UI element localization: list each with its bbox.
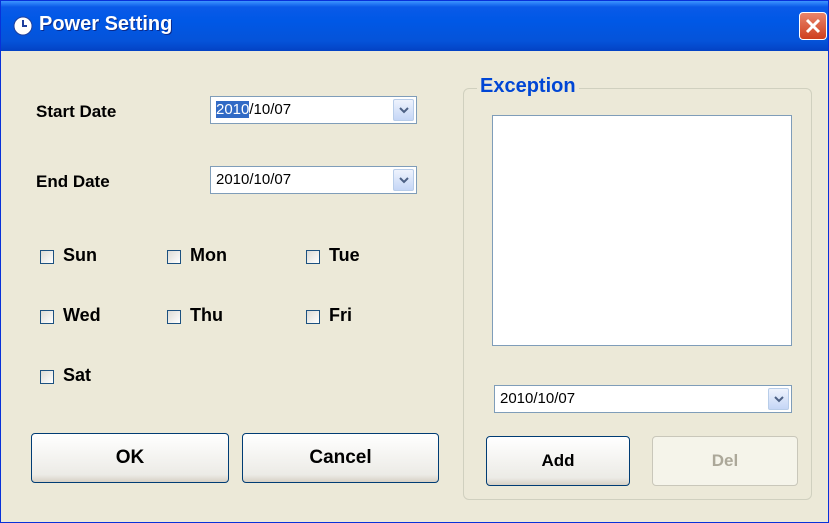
end-date-label: End Date [36, 172, 110, 191]
start-date-picker[interactable]: 2010/10/07 [210, 96, 417, 124]
checkbox-sun[interactable] [40, 250, 54, 264]
chevron-down-icon [774, 396, 784, 403]
start-date-label: Start Date [36, 102, 117, 121]
checkbox-label-sat[interactable]: Sat [63, 365, 91, 386]
title-bar[interactable]: Power Setting [1, 1, 828, 51]
exception-date-value[interactable]: 2010/10/07 [500, 390, 575, 407]
end-date-picker[interactable]: 2010/10/07 [210, 166, 417, 194]
exception-list[interactable] [492, 115, 792, 346]
checkbox-label-thu[interactable]: Thu [190, 305, 223, 326]
start-date-selected-year: 2010 [216, 101, 250, 118]
end-date-dropdown-button[interactable] [393, 169, 414, 191]
checkbox-label-sun[interactable]: Sun [63, 245, 97, 266]
add-button[interactable]: Add [486, 436, 630, 486]
start-date-value[interactable]: 2010/10/07 [216, 101, 291, 118]
close-button[interactable] [799, 12, 827, 40]
checkbox-fri[interactable] [306, 310, 320, 324]
start-date-dropdown-button[interactable] [393, 99, 414, 121]
chevron-down-icon [399, 107, 409, 114]
checkbox-sat[interactable] [40, 370, 54, 384]
clock-icon [13, 16, 33, 36]
exception-group-title: Exception [477, 75, 579, 98]
checkbox-label-mon[interactable]: Mon [190, 245, 227, 266]
power-setting-dialog: Power Setting Start Date 2010/10/07 End … [0, 0, 829, 523]
checkbox-wed[interactable] [40, 310, 54, 324]
checkbox-label-wed[interactable]: Wed [63, 305, 101, 326]
exception-date-dropdown-button[interactable] [768, 388, 789, 410]
checkbox-mon[interactable] [167, 250, 181, 264]
checkbox-thu[interactable] [167, 310, 181, 324]
del-button[interactable]: Del [652, 436, 798, 486]
checkbox-tue[interactable] [306, 250, 320, 264]
close-icon [805, 18, 821, 34]
chevron-down-icon [399, 177, 409, 184]
exception-date-picker[interactable]: 2010/10/07 [494, 385, 792, 413]
ok-button[interactable]: OK [31, 433, 229, 483]
window-title: Power Setting [39, 13, 173, 35]
checkbox-label-fri[interactable]: Fri [329, 305, 352, 326]
checkbox-label-tue[interactable]: Tue [329, 245, 360, 266]
end-date-value[interactable]: 2010/10/07 [216, 171, 291, 188]
cancel-button[interactable]: Cancel [242, 433, 439, 483]
start-date-value-rest: /10/07 [249, 101, 292, 118]
